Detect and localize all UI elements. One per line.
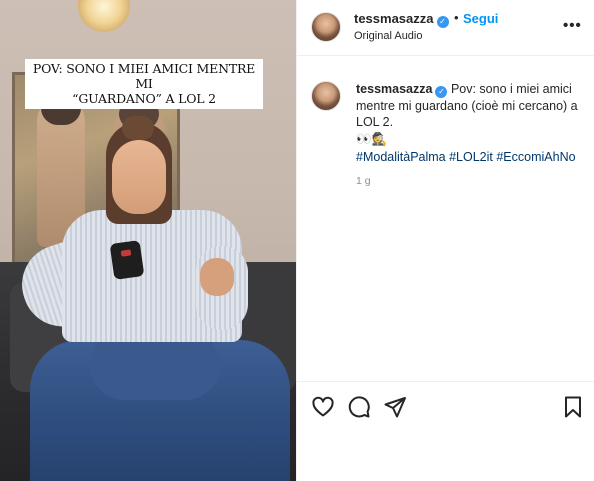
person-face	[112, 140, 166, 214]
person-hand	[200, 258, 234, 296]
video-caption-line: POV: SONO I MIEI AMICI MENTRE MI	[32, 61, 256, 91]
video-caption-overlay: POV: SONO I MIEI AMICI MENTRE MI “GUARDA…	[25, 59, 263, 109]
author-username[interactable]: tessmasazza	[354, 11, 434, 26]
action-bar	[297, 381, 594, 431]
caption-comment: tessmasazza ✓ Pov: sono i miei amici ment…	[297, 57, 594, 387]
instagram-post: POV: SONO I MIEI AMICI MENTRE MI “GUARDA…	[0, 0, 594, 481]
post-side-panel: tessmasazza ✓ • Segui Original Audio ••• …	[296, 0, 594, 481]
post-header: tessmasazza ✓ • Segui Original Audio •••	[297, 0, 594, 56]
separator-dot: •	[454, 10, 459, 25]
audio-label[interactable]: Original Audio	[354, 30, 423, 42]
verified-badge-icon: ✓	[435, 86, 448, 98]
post-video[interactable]: POV: SONO I MIEI AMICI MENTRE MI “GUARDA…	[0, 0, 296, 481]
follow-button[interactable]: Segui	[463, 11, 498, 26]
heart-icon[interactable]	[311, 395, 335, 419]
bookmark-icon[interactable]	[561, 395, 585, 419]
caption-emojis: 👀🕵️	[356, 132, 388, 146]
person-hair-bun	[122, 116, 154, 140]
more-options-icon[interactable]: •••	[563, 17, 582, 34]
video-caption-line: “GUARDANO” A LOL 2	[72, 91, 216, 106]
share-icon[interactable]	[383, 395, 407, 419]
comment-author-username[interactable]: tessmasazza	[356, 82, 432, 96]
author-avatar[interactable]	[311, 12, 341, 42]
caption-body: tessmasazza ✓ Pov: sono i miei amici ment…	[356, 81, 588, 165]
person-jeans	[30, 330, 290, 481]
caption-hashtags[interactable]: #ModalitàPalma #LOL2it #EccomiAhNo	[356, 149, 588, 165]
verified-badge-icon: ✓	[436, 16, 449, 28]
comment-author-avatar[interactable]	[311, 81, 341, 111]
author-username-row: tessmasazza ✓	[354, 11, 449, 28]
post-timestamp[interactable]: 1 g	[356, 175, 371, 187]
tv-remote	[109, 240, 145, 280]
comment-icon[interactable]	[347, 395, 371, 419]
